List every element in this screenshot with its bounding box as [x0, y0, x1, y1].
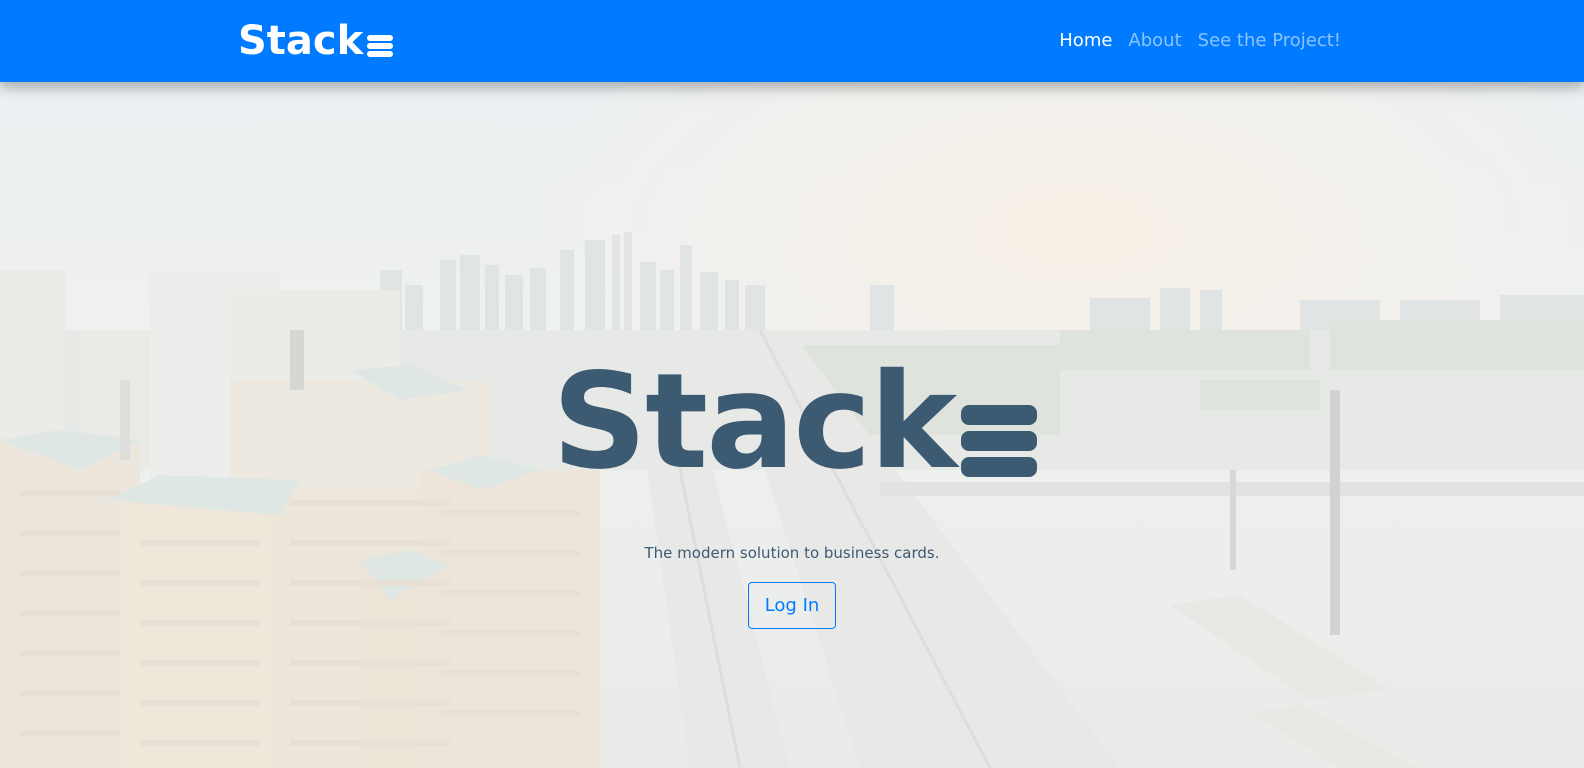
- brand-name: Stack: [238, 18, 364, 64]
- top-navbar: Stack Home About See the Project!: [0, 0, 1584, 82]
- hero-logo: Stack: [552, 345, 1038, 499]
- hero-logo-text: Stack: [552, 345, 957, 499]
- landing-page: Stack Home About See the Project! Stack: [0, 0, 1584, 768]
- hero-tagline: The modern solution to business cards.: [644, 544, 940, 562]
- login-button[interactable]: Log In: [748, 582, 836, 629]
- nav-link-home[interactable]: Home: [1059, 26, 1112, 56]
- nav-link-see-the-project[interactable]: See the Project!: [1198, 26, 1341, 56]
- stack-icon: [367, 35, 394, 57]
- stack-icon: [961, 405, 1038, 477]
- nav-link-about[interactable]: About: [1128, 26, 1181, 56]
- brand-link[interactable]: Stack: [238, 17, 394, 65]
- hero-section: Stack The modern solution to business ca…: [0, 0, 1584, 768]
- nav-links: Home About See the Project!: [1059, 26, 1341, 56]
